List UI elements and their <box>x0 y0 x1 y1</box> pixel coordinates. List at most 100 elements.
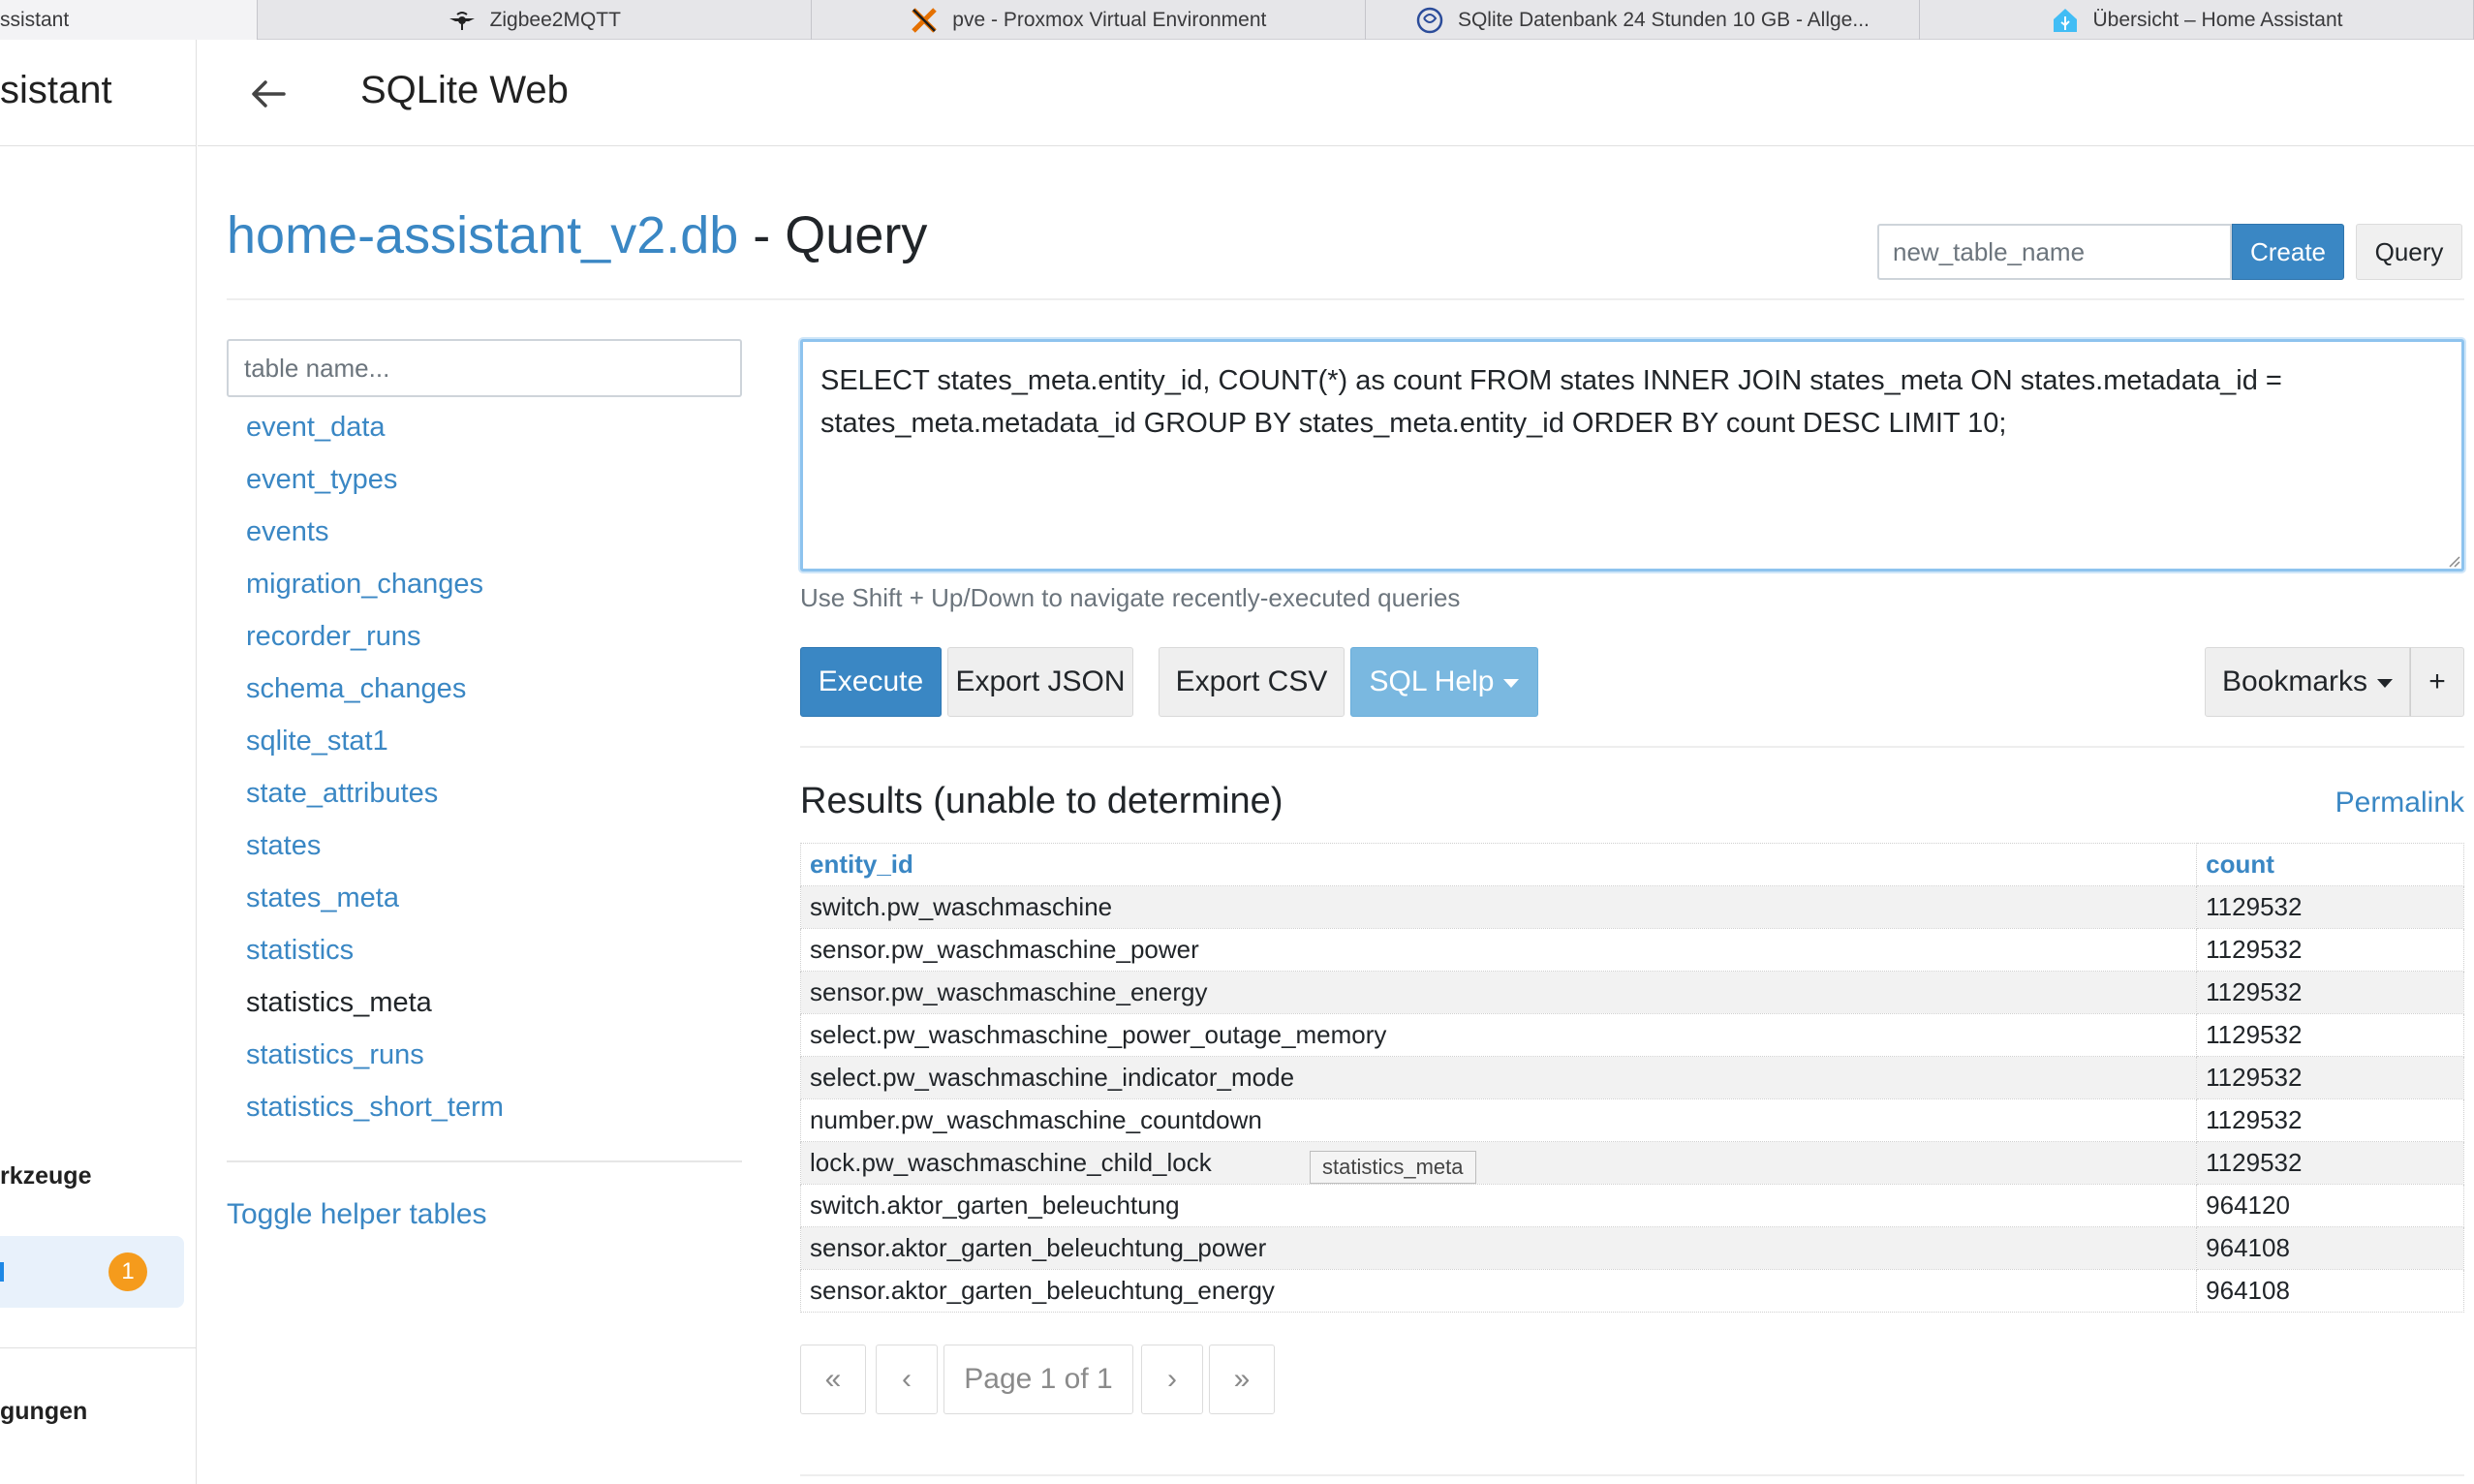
query-help-text: Use Shift + Up/Down to navigate recently… <box>800 583 1461 612</box>
table-link-events[interactable]: events <box>246 506 742 558</box>
cell-entity-id: switch.aktor_garten_beleuchtung <box>799 1184 2198 1227</box>
toggle-helper-tables-link[interactable]: Toggle helper tables <box>227 1198 487 1231</box>
add-bookmark-button[interactable]: + <box>2410 647 2464 717</box>
table-row: select.pw_waschmaschine_power_outage_mem… <box>799 1013 2464 1057</box>
ha-sidebar-item-active[interactable]: n 1 <box>0 1236 184 1308</box>
table-row: sensor.pw_waschmaschine_power 1129532 <box>799 928 2464 972</box>
table-row: switch.aktor_garten_beleuchtung 964120 <box>799 1184 2464 1227</box>
table-link-event-data[interactable]: event_data <box>246 401 742 453</box>
page-title: home-assistant_v2.db - Query <box>227 205 927 265</box>
browser-tab-zigbee2mqtt[interactable]: Zigbee2MQTT <box>258 0 812 40</box>
app-title: SQLite Web <box>360 69 569 111</box>
table-link-recorder-runs[interactable]: recorder_runs <box>246 610 742 663</box>
browser-tab-forum[interactable]: SQlite Datenbank 24 Stunden 10 GB - Allg… <box>1366 0 1920 40</box>
table-link-states[interactable]: states <box>246 819 742 872</box>
resize-grip-icon[interactable] <box>2447 554 2460 568</box>
cell-entity-id: select.pw_waschmaschine_indicator_mode <box>799 1056 2198 1099</box>
export-json-button[interactable]: Export JSON <box>947 647 1133 717</box>
main-content: home-assistant_v2.db - Query Create Quer… <box>198 147 2474 1484</box>
arrow-left-icon <box>252 80 286 108</box>
title-separator: - <box>738 206 786 264</box>
table-row: number.pw_waschmaschine_countdown 1129532 <box>799 1098 2464 1142</box>
table-link-statistics-short-term[interactable]: statistics_short_term <box>246 1081 742 1133</box>
ha-sidebar: sistant rkzeuge n 1 gungen <box>0 40 197 1484</box>
browser-tab-proxmox[interactable]: pve - Proxmox Virtual Environment <box>812 0 1366 40</box>
permalink-link[interactable]: Permalink <box>2329 787 2464 819</box>
cell-entity-id: sensor.pw_waschmaschine_energy <box>799 971 2198 1014</box>
cell-count: 964108 <box>2196 1226 2464 1270</box>
column-header-entity-id[interactable]: entity_id <box>799 843 2198 886</box>
caret-down-icon <box>2377 678 2394 688</box>
table-row: lock.pw_waschmaschine_child_lock 1129532 <box>799 1141 2464 1185</box>
browser-tab-label: Übersicht – Home Assistant <box>2092 8 2343 31</box>
ha-sidebar-header: sistant <box>0 40 197 146</box>
proxmox-icon <box>910 6 939 35</box>
notification-badge: 1 <box>108 1252 147 1291</box>
table-link-schema-changes[interactable]: schema_changes <box>246 663 742 715</box>
query-nav-button[interactable]: Query <box>2356 224 2462 280</box>
bee-icon <box>448 6 477 35</box>
browser-tab-home-assistant[interactable]: ssistant <box>0 0 258 40</box>
export-csv-button[interactable]: Export CSV <box>1159 647 1345 717</box>
cell-entity-id: lock.pw_waschmaschine_child_lock <box>799 1141 2198 1185</box>
caret-down-icon <box>1503 678 1520 688</box>
ha-sidebar-title: sistant <box>0 69 112 111</box>
table-row: sensor.pw_waschmaschine_energy 1129532 <box>799 971 2464 1014</box>
table-list: event_data event_types events migration_… <box>246 401 742 1133</box>
cell-count: 1129532 <box>2196 1013 2464 1057</box>
pagination-next-button[interactable]: › <box>1141 1345 1203 1414</box>
cell-entity-id: sensor.pw_waschmaschine_power <box>799 928 2198 972</box>
bookmarks-dropdown[interactable]: Bookmarks <box>2205 647 2410 717</box>
column-header-count[interactable]: count <box>2196 843 2464 886</box>
pagination-last-button[interactable]: » <box>1209 1345 1275 1414</box>
cell-count: 1129532 <box>2196 1056 2464 1099</box>
table-link-states-meta[interactable]: states_meta <box>246 872 742 924</box>
browser-tab-label: ssistant <box>0 8 70 31</box>
back-button[interactable] <box>246 72 291 116</box>
page-section: Query <box>785 206 928 264</box>
cell-count: 1129532 <box>2196 1141 2464 1185</box>
cell-count: 1129532 <box>2196 971 2464 1014</box>
pagination-first-button[interactable]: « <box>800 1345 866 1414</box>
header-divider <box>227 298 2464 300</box>
table-link-migration-changes[interactable]: migration_changes <box>246 558 742 610</box>
new-table-name-input[interactable] <box>1877 224 2232 280</box>
cell-count: 1129532 <box>2196 928 2464 972</box>
results-table: entity_id count switch.pw_waschmaschine 1… <box>799 843 2464 1313</box>
table-row: select.pw_waschmaschine_indicator_mode 11… <box>799 1056 2464 1099</box>
table-list-divider <box>227 1160 742 1162</box>
browser-tab-home-assistant-overview[interactable]: Übersicht – Home Assistant <box>1920 0 2474 40</box>
execute-button[interactable]: Execute <box>800 647 942 717</box>
cell-entity-id: sensor.aktor_garten_beleuchtung_power <box>799 1226 2198 1270</box>
ha-sidebar-section-settings[interactable]: gungen <box>0 1398 87 1426</box>
pagination-prev-button[interactable]: ‹ <box>876 1345 938 1414</box>
table-filter-input[interactable] <box>227 339 742 397</box>
table-link-sqlite-stat1[interactable]: sqlite_stat1 <box>246 715 742 767</box>
results-header-row: entity_id count <box>799 843 2464 886</box>
ha-sidebar-item-label: n <box>0 1262 4 1282</box>
footer-divider <box>800 1474 2464 1476</box>
pagination-label: Page 1 of 1 <box>943 1345 1133 1414</box>
table-row: switch.pw_waschmaschine 1129532 <box>799 885 2464 929</box>
cell-entity-id: sensor.aktor_garten_beleuchtung_energy <box>799 1269 2198 1313</box>
link-tooltip: statistics_meta <box>1310 1151 1476 1184</box>
sql-help-dropdown[interactable]: SQL Help <box>1350 647 1538 717</box>
app-top-bar: SQLite Web <box>198 40 2474 146</box>
table-link-event-types[interactable]: event_types <box>246 453 742 506</box>
sql-query-editor[interactable]: SELECT states_meta.entity_id, COUNT(*) a… <box>800 339 2464 572</box>
ha-sidebar-section-tools[interactable]: rkzeuge <box>0 1162 91 1190</box>
db-name-link[interactable]: home-assistant_v2.db <box>227 206 738 264</box>
table-row: sensor.aktor_garten_beleuchtung_power 964… <box>799 1226 2464 1270</box>
create-table-button[interactable]: Create <box>2232 224 2344 280</box>
browser-tab-label: Zigbee2MQTT <box>489 8 621 31</box>
cell-entity-id: number.pw_waschmaschine_countdown <box>799 1098 2198 1142</box>
cell-entity-id: select.pw_waschmaschine_power_outage_mem… <box>799 1013 2198 1057</box>
ha-sidebar-divider <box>0 1347 197 1348</box>
table-link-statistics-meta[interactable]: statistics_meta <box>246 976 742 1029</box>
table-link-state-attributes[interactable]: state_attributes <box>246 767 742 819</box>
bookmarks-label: Bookmarks <box>2221 665 2368 697</box>
cell-count: 1129532 <box>2196 885 2464 929</box>
results-heading: Results (unable to determine) <box>800 781 1283 821</box>
table-link-statistics-runs[interactable]: statistics_runs <box>246 1029 742 1081</box>
table-link-statistics[interactable]: statistics <box>246 924 742 976</box>
